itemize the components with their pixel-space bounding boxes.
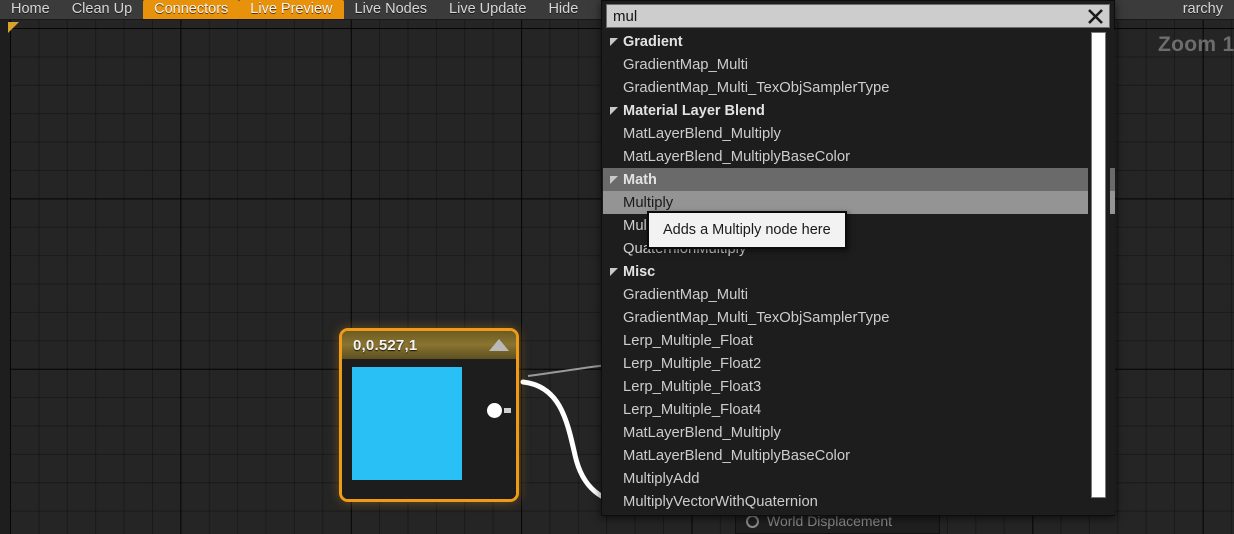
list-item[interactable]: GradientMap_Multi	[603, 283, 1115, 306]
output-pin[interactable]	[487, 403, 502, 418]
search-results-list[interactable]: Gradient GradientMap_Multi GradientMap_M…	[603, 30, 1115, 514]
toolbar-item-hide[interactable]: Hide	[537, 0, 589, 20]
category-label: Gradient	[623, 33, 683, 50]
toolbar-item-live-update[interactable]: Live Update	[438, 0, 537, 20]
toolbar-item-live-preview[interactable]: Live Preview	[239, 0, 344, 20]
list-item[interactable]: MultiplyVectorWithQuaternion	[603, 490, 1115, 513]
triangle-up-icon[interactable]	[489, 339, 509, 351]
results-scrollbar-thumb[interactable]	[1091, 32, 1106, 498]
chevron-expanded-icon	[610, 106, 618, 115]
list-item[interactable]: MultiplyAdd	[603, 467, 1115, 490]
category-label: Math	[623, 171, 657, 188]
result-category[interactable]: Math	[603, 168, 1115, 191]
toolbar-item-hierarchy[interactable]: rarchy	[1172, 0, 1234, 20]
search-input[interactable]	[607, 5, 1081, 27]
material-expression-node[interactable]: 0,0.527,1	[339, 328, 519, 502]
chevron-expanded-icon	[610, 37, 618, 46]
output-pin-stub	[504, 408, 511, 413]
list-item[interactable]: Lerp_Multiple_Float4	[603, 398, 1115, 421]
result-category[interactable]: Gradient	[603, 30, 1115, 53]
list-item[interactable]: GradientMap_Multi_TexObjSamplerType	[603, 306, 1115, 329]
tooltip: Adds a Multiply node here	[647, 211, 847, 249]
result-category[interactable]: Misc	[603, 260, 1115, 283]
material-editor-window: Zoom 1 0,0.527,1 World Displacement Home…	[0, 0, 1234, 534]
search-row[interactable]	[606, 4, 1110, 28]
category-label: Material Layer Blend	[623, 102, 765, 119]
list-item[interactable]: Lerp_Multiple_Float	[603, 329, 1115, 352]
list-item[interactable]: GradientMap_Multi_TexObjSamplerType	[603, 76, 1115, 99]
zoom-level-label: Zoom 1	[1158, 33, 1234, 56]
result-category[interactable]: Material Layer Blend	[603, 99, 1115, 122]
toolbar-item-live-nodes[interactable]: Live Nodes	[344, 0, 439, 20]
list-item[interactable]: Lerp_Multiple_Float3	[603, 375, 1115, 398]
list-item[interactable]: Lerp_Multiple_Float2	[603, 352, 1115, 375]
close-icon[interactable]	[1081, 5, 1109, 27]
list-item[interactable]: MatLayerBlend_MultiplyBaseColor	[603, 444, 1115, 467]
chevron-expanded-icon	[610, 175, 618, 184]
node-header[interactable]: 0,0.527,1	[342, 331, 516, 359]
graph-corner-marker-icon	[8, 22, 19, 33]
node-title: 0,0.527,1	[353, 336, 418, 354]
node-search-popup: Gradient GradientMap_Multi GradientMap_M…	[601, 0, 1115, 516]
list-item[interactable]: MatLayerBlend_Multiply	[603, 122, 1115, 145]
toolbar-item-clean-up[interactable]: Clean Up	[61, 0, 143, 20]
list-item[interactable]: GradientMap_Multi	[603, 53, 1115, 76]
toolbar-item-connectors[interactable]: Connectors	[143, 0, 240, 20]
color-swatch	[352, 367, 462, 480]
list-item[interactable]: MatLayerBlend_MultiplyBaseColor	[603, 145, 1115, 168]
list-item[interactable]: MatLayerBlend_Multiply	[603, 421, 1115, 444]
graph-left-strip	[0, 20, 10, 534]
toolbar-item-home[interactable]: Home	[0, 0, 61, 20]
circle-pin-icon[interactable]	[746, 514, 759, 528]
node-body	[342, 359, 516, 499]
chevron-expanded-icon	[610, 267, 618, 276]
category-label: Misc	[623, 263, 656, 280]
